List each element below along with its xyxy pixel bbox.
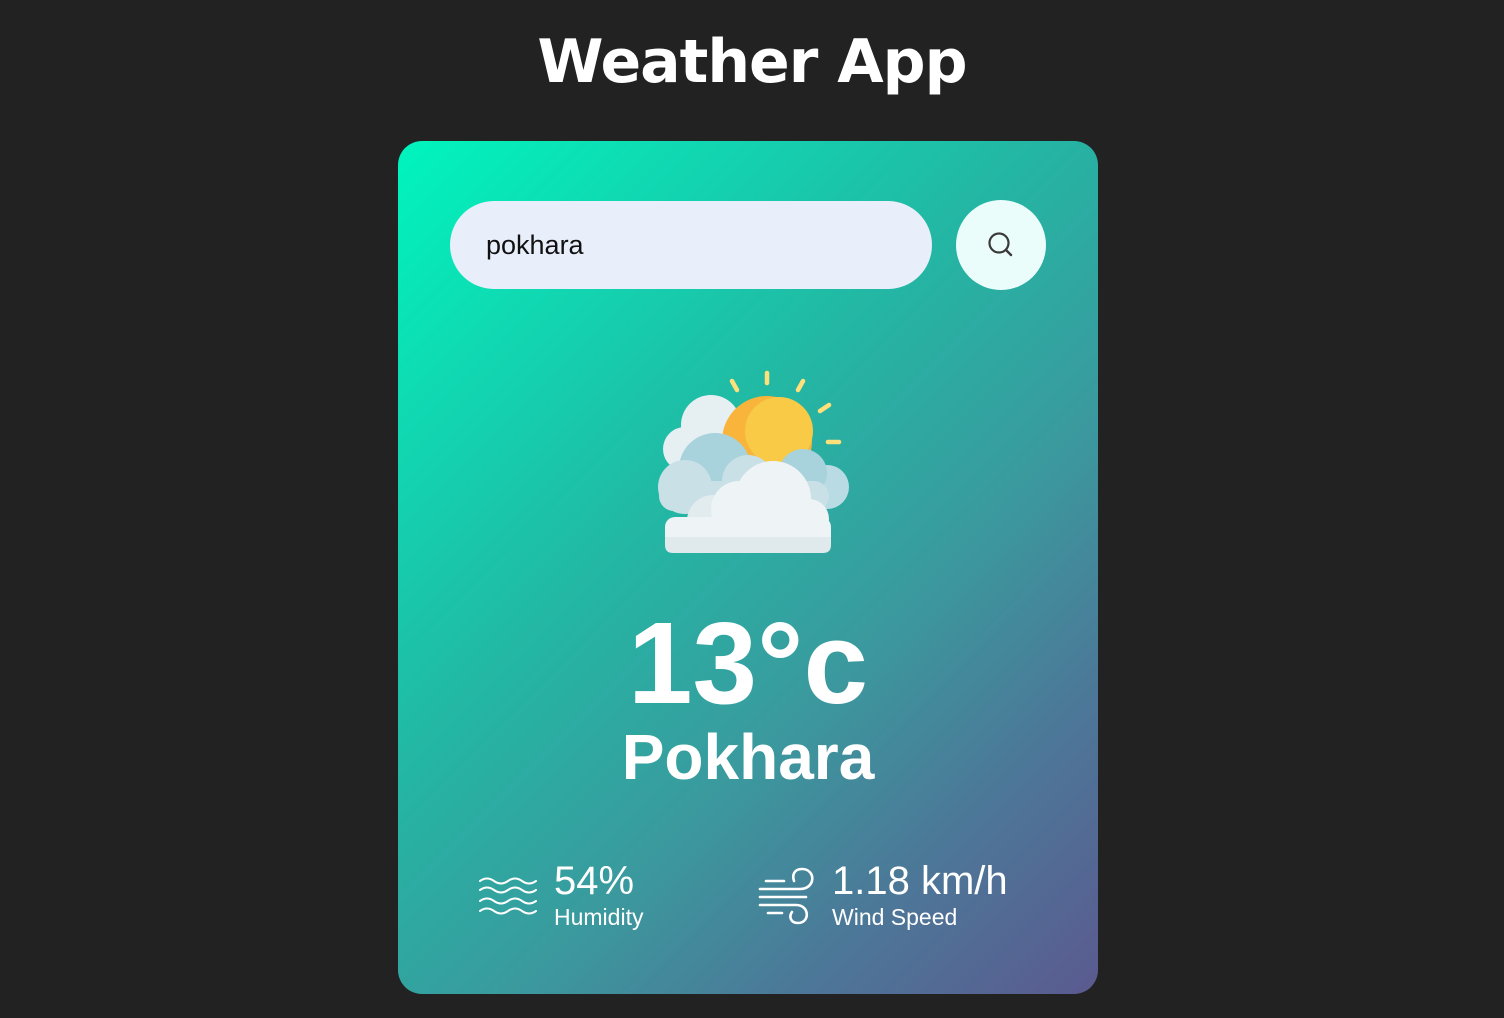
app-title: Weather App	[537, 27, 967, 97]
humidity-icon	[479, 877, 537, 915]
humidity-detail: 54% Humidity	[478, 859, 643, 931]
weather-card: 13°c Pokhara 54% Humidity	[398, 141, 1098, 994]
search-input[interactable]	[450, 201, 932, 289]
humidity-label: Humidity	[554, 904, 644, 930]
search-icon	[988, 232, 1013, 257]
wind-speed-label: Wind Speed	[832, 904, 958, 930]
temperature: 13°c	[628, 598, 868, 728]
wind-icon	[758, 867, 814, 925]
search-button[interactable]	[956, 200, 1046, 290]
wind-speed-value: 1.18 km/h	[832, 859, 1008, 903]
wind-detail: 1.18 km/h Wind Speed	[756, 859, 1008, 931]
humidity-value: 54%	[554, 859, 635, 903]
partly-cloudy-icon	[658, 370, 849, 553]
city-name: Pokhara	[621, 721, 875, 793]
